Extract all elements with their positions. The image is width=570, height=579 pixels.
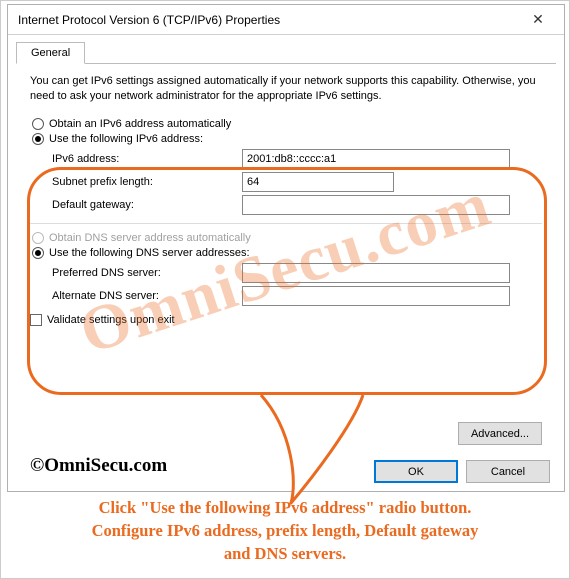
radio-label: Use the following IPv6 address: (49, 133, 203, 145)
preferred-dns-input[interactable] (242, 263, 510, 283)
ipv6-address-input[interactable] (242, 149, 510, 169)
titlebar: Internet Protocol Version 6 (TCP/IPv6) P… (8, 5, 564, 35)
cancel-button[interactable]: Cancel (466, 460, 550, 483)
radio-label: Use the following DNS server addresses: (49, 247, 250, 259)
separator (30, 223, 542, 224)
caption-line: Click "Use the following IPv6 address" r… (15, 496, 555, 519)
radio-obtain-dns-auto: Obtain DNS server address automatically (32, 232, 542, 244)
caption-line: Configure IPv6 address, prefix length, D… (15, 519, 555, 542)
radio-use-following-ipv6[interactable]: Use the following IPv6 address: (32, 133, 542, 145)
radio-icon (32, 247, 44, 259)
ipv6-properties-dialog: Internet Protocol Version 6 (TCP/IPv6) P… (7, 4, 565, 492)
radio-label: Obtain DNS server address automatically (49, 232, 251, 244)
description-text: You can get IPv6 settings assigned autom… (30, 74, 542, 104)
subnet-prefix-input[interactable] (242, 172, 394, 192)
radio-icon (32, 133, 44, 145)
ok-button[interactable]: OK (374, 460, 458, 483)
advanced-button[interactable]: Advanced... (458, 422, 542, 445)
preferred-dns-label: Preferred DNS server: (52, 267, 242, 279)
tab-strip: General (16, 41, 556, 64)
tab-general[interactable]: General (16, 42, 85, 64)
radio-icon (32, 232, 44, 244)
validate-settings-checkbox[interactable]: Validate settings upon exit (30, 314, 542, 326)
window-title: Internet Protocol Version 6 (TCP/IPv6) P… (18, 13, 280, 27)
validate-label: Validate settings upon exit (47, 314, 175, 326)
alternate-dns-label: Alternate DNS server: (52, 290, 242, 302)
alternate-dns-input[interactable] (242, 286, 510, 306)
caption-line: and DNS servers. (15, 542, 555, 565)
ipv6-address-label: IPv6 address: (52, 153, 242, 165)
copyright-text: ©OmniSecu.com (30, 455, 167, 477)
radio-use-following-dns[interactable]: Use the following DNS server addresses: (32, 247, 542, 259)
radio-label: Obtain an IPv6 address automatically (49, 118, 231, 130)
close-icon[interactable]: ✕ (518, 6, 558, 34)
checkbox-icon (30, 314, 42, 326)
dns-fields: Preferred DNS server: Alternate DNS serv… (52, 263, 542, 306)
default-gateway-label: Default gateway: (52, 199, 242, 211)
default-gateway-input[interactable] (242, 195, 510, 215)
subnet-prefix-label: Subnet prefix length: (52, 176, 242, 188)
dialog-body: You can get IPv6 settings assigned autom… (8, 64, 564, 334)
radio-obtain-ipv6-auto[interactable]: Obtain an IPv6 address automatically (32, 118, 542, 130)
radio-icon (32, 118, 44, 130)
ipv6-fields: IPv6 address: Subnet prefix length: Defa… (52, 149, 542, 215)
annotation-caption: Click "Use the following IPv6 address" r… (1, 496, 569, 565)
